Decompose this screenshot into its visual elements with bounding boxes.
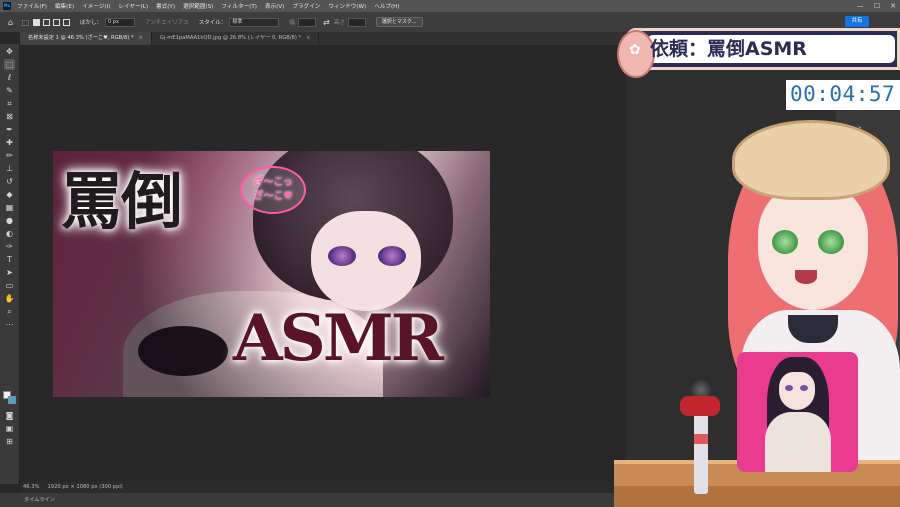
dodge-icon[interactable]: ◐ — [4, 228, 15, 239]
avatar-eye — [818, 230, 844, 254]
canvas-area[interactable]: 罵倒 ざ〜こっ ざ〜こ♥ ASMR — [20, 45, 626, 481]
window-controls: — ☐ ✕ — [857, 2, 896, 10]
mic-bow — [680, 396, 720, 416]
mic-stick — [694, 414, 708, 494]
marquee-icon[interactable]: ⬚ — [4, 59, 15, 70]
subtract-selection-icon[interactable] — [53, 18, 60, 26]
flower-icon: ✿ — [629, 42, 641, 58]
doc-tab-label: 名称未設定 1 @ 46.3% (ざーこ♥, RGB/8) * — [28, 35, 134, 41]
type-icon[interactable]: T — [4, 254, 15, 265]
microphone-icon — [680, 378, 720, 496]
close-icon[interactable]: ✕ — [890, 2, 896, 10]
style-label: スタイル： — [198, 20, 227, 26]
quick-mask-icon[interactable]: ◙ — [4, 410, 15, 421]
speech-bubble-line: ざ〜こ♥ — [253, 191, 293, 202]
menu-layer[interactable]: レイヤー(L) — [118, 2, 148, 10]
doc-tab[interactable]: Gj-mE1paMAA1kQD.jpg @ 26.8% (レイヤー 0, RGB… — [152, 32, 320, 45]
menu-select[interactable]: 選択範囲(S) — [183, 2, 213, 10]
speech-bubble: ざ〜こっ ざ〜こ♥ — [240, 166, 306, 214]
document-size: 1920 px × 1080 px (300 ppi) — [47, 484, 123, 490]
menu-bar: Ps ファイル(F) 編集(E) イメージ(I) レイヤー(L) 書式(Y) 選… — [0, 0, 900, 12]
height-input[interactable] — [347, 17, 366, 27]
spot-heal-icon[interactable]: ✚ — [4, 137, 15, 148]
menu-help[interactable]: ヘルプ(H) — [374, 2, 399, 10]
avatar-eye — [772, 230, 798, 254]
mic-ribbon — [694, 434, 708, 444]
feather-input[interactable]: 0 px — [105, 17, 136, 27]
lasso-icon[interactable]: ℓ — [4, 72, 15, 83]
menu-file[interactable]: ファイル(F) — [17, 2, 47, 10]
quick-select-icon[interactable]: ✎ — [4, 85, 15, 96]
menu-window[interactable]: ウィンドウ(W) — [328, 2, 366, 10]
feather-label: ぼかし： — [80, 20, 103, 26]
crop-icon[interactable]: ⌗ — [4, 98, 15, 109]
menu-type[interactable]: 書式(Y) — [156, 2, 175, 10]
style-select[interactable]: 標準 — [229, 17, 280, 27]
menu-edit[interactable]: 編集(E) — [55, 2, 74, 10]
menu-plugins[interactable]: プラグイン — [292, 2, 320, 10]
menu-filter[interactable]: フィルター(T) — [221, 2, 257, 10]
pen-icon[interactable]: ✑ — [4, 241, 15, 252]
doc-tab-active[interactable]: 名称未設定 1 @ 46.3% (ざーこ♥, RGB/8) * × — [20, 32, 152, 45]
blur-icon[interactable]: ● — [4, 215, 15, 226]
share-button[interactable]: 共有 — [845, 16, 869, 27]
guest-body — [765, 412, 831, 472]
select-and-mask-button[interactable]: 選択とマスク... — [375, 17, 423, 27]
menu-view[interactable]: 表示(V) — [265, 2, 284, 10]
history-brush-icon[interactable]: ↺ — [4, 176, 15, 187]
close-icon[interactable]: × — [139, 35, 143, 41]
zoom-level[interactable]: 46.3% — [23, 484, 39, 490]
marquee-preset-icon[interactable]: ⬚ — [21, 18, 30, 27]
more-icon[interactable]: ⋯ — [4, 319, 15, 330]
desk-edge — [614, 486, 900, 507]
doc-tab-label: Gj-mE1paMAA1kQD.jpg @ 26.8% (レイヤー 0, RGB… — [159, 35, 302, 41]
rectangle-icon[interactable]: ▭ — [4, 280, 15, 291]
background-color-swatch[interactable] — [8, 396, 16, 404]
close-icon[interactable]: × — [306, 35, 310, 41]
eyedropper-icon[interactable]: ✒ — [4, 124, 15, 135]
guest-eye — [800, 385, 808, 391]
artwork-title-latin: ASMR — [233, 301, 444, 376]
width-input[interactable] — [297, 17, 316, 27]
intersect-selection-icon[interactable] — [63, 18, 70, 26]
guest-portrait-frame — [737, 352, 858, 472]
artwork-thumbnail[interactable]: 罵倒 ざ〜こっ ざ〜こ♥ ASMR — [53, 151, 490, 397]
brush-icon[interactable]: ✏ — [4, 150, 15, 161]
menu-image[interactable]: イメージ(I) — [82, 2, 110, 10]
avatar-hat — [732, 120, 890, 200]
minimize-icon[interactable]: — — [857, 2, 864, 10]
status-bar: 46.3% 1920 px × 1080 px (300 ppi) — [20, 481, 626, 493]
stream-timer: 00:04:57 — [790, 82, 896, 106]
avatar-mouth — [795, 270, 817, 284]
screen-mode-icon[interactable]: ▣ — [4, 423, 15, 434]
guest-eye — [785, 385, 793, 391]
document-tabs: 名称未設定 1 @ 46.3% (ざーこ♥, RGB/8) * × Gj-mE1p… — [20, 32, 626, 45]
guest-face — [779, 372, 815, 410]
antialias-checkbox[interactable]: アンチエイリアス — [145, 18, 189, 26]
maximize-icon[interactable]: ☐ — [874, 2, 880, 10]
speech-bubble-line: ざ〜こっ — [253, 177, 293, 188]
add-selection-icon[interactable] — [43, 18, 50, 26]
stream-title: 依頼：罵倒ASMR — [650, 38, 807, 60]
artwork-title-kanji: 罵倒 — [61, 165, 183, 238]
stamp-icon[interactable]: ⊥ — [4, 163, 15, 174]
timeline-panel-tab[interactable]: タイムライン — [0, 493, 626, 507]
frame-icon[interactable]: ⊠ — [4, 111, 15, 122]
width-label: 幅 — [289, 20, 295, 26]
app-logo[interactable]: Ps — [3, 2, 11, 10]
eraser-icon[interactable]: ◆ — [4, 189, 15, 200]
swap-icon[interactable]: ⇄ — [322, 18, 331, 27]
gradient-icon[interactable]: ▦ — [4, 202, 15, 213]
hand-icon[interactable]: ✋ — [4, 293, 15, 304]
home-icon[interactable]: ⌂ — [6, 18, 15, 27]
height-label: 高さ — [333, 20, 345, 26]
artboard-icon[interactable]: ⊞ — [4, 436, 15, 447]
tools-panel: ✥ ⬚ ℓ ✎ ⌗ ⊠ ✒ ✚ ✏ ⊥ ↺ ◆ ▦ ● ◐ ✑ T ➤ ▭ ✋ … — [0, 44, 20, 484]
zoom-icon[interactable]: ⌕ — [4, 306, 15, 317]
path-select-icon[interactable]: ➤ — [4, 267, 15, 278]
new-selection-icon[interactable] — [33, 18, 40, 26]
move-icon[interactable]: ✥ — [4, 46, 15, 57]
